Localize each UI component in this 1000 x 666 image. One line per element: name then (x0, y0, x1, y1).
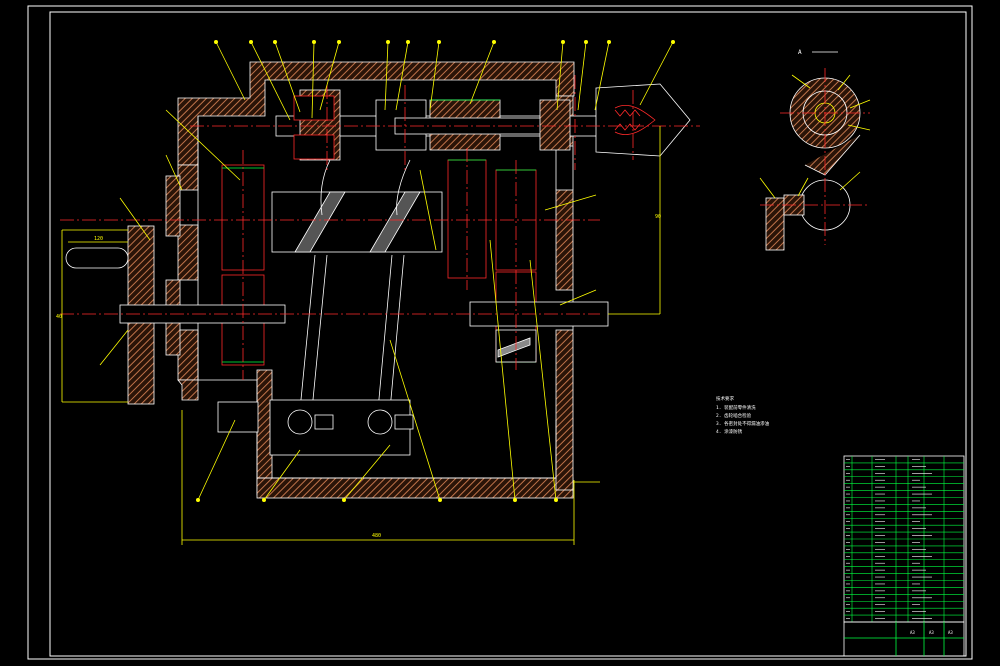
bottom-clamps (217, 399, 414, 456)
title-block-mark-1: A3 (910, 630, 915, 635)
title-block-mark-3: A3 (948, 630, 953, 635)
dim-handwheel: 120 (94, 236, 103, 242)
cad-assembly-drawing: 480 40 120 90 A 技术要求 1. 装配前零件清洗 2. 齿轮啮合检… (27, 5, 973, 660)
tech-note-1: 1. 装配前零件清洗 (716, 404, 756, 411)
dim-bottom-overall: 480 (372, 533, 381, 539)
title-block (843, 621, 965, 657)
detail-view-a (759, 51, 871, 251)
tech-note-3: 3. 各密封处不得漏油渗油 (716, 420, 770, 427)
cam-drum (271, 191, 443, 253)
dim-left-height: 40 (56, 314, 62, 320)
detail-view-label: A (798, 49, 802, 56)
tech-note-2: 2. 齿轮啮合检验 (716, 412, 752, 419)
clamp-head (595, 83, 691, 157)
title-block-mark-2: A3 (929, 630, 934, 635)
parts-list-table (843, 455, 965, 623)
tech-note-4: 4. 涂漆防锈 (716, 428, 743, 435)
technical-notes: 技术要求 1. 装配前零件清洗 2. 齿轮啮合检验 3. 各密封处不得漏油渗油 … (716, 395, 770, 435)
dim-right-vertical: 90 (655, 214, 661, 220)
tech-notes-heading: 技术要求 (716, 395, 734, 402)
